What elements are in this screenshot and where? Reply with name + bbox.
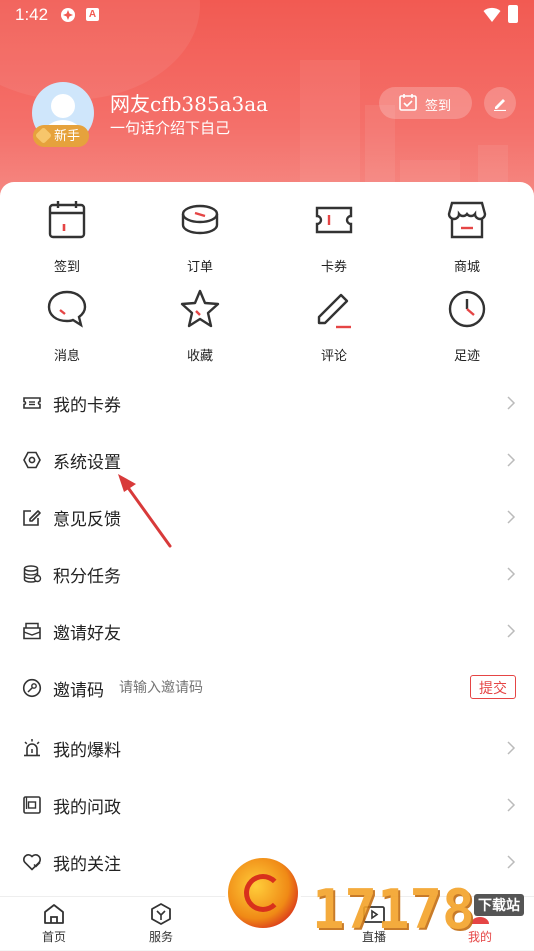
checkin-button[interactable]: 签到 <box>379 87 472 119</box>
user-bio[interactable]: 一句话介绍下自己 <box>110 117 230 138</box>
tab-label: 服务 <box>148 930 173 944</box>
checkin-label: 签到 <box>425 98 452 113</box>
quick-item-label: 收藏 <box>186 348 213 363</box>
menu-item-label: 邀请好友 <box>53 624 121 643</box>
menu-item-feedback[interactable]: 意见反馈 <box>0 488 534 545</box>
menu-item-label: 邀请码 <box>53 681 104 700</box>
watermark-logo <box>228 858 298 928</box>
edit-pen-icon <box>494 99 506 111</box>
coins-icon <box>23 565 42 583</box>
home-icon <box>44 904 64 924</box>
quick-item-label: 足迹 <box>453 348 480 363</box>
chevron-right-icon <box>507 855 516 869</box>
star-icon <box>180 289 220 328</box>
level-badge: 新手 <box>33 125 89 147</box>
pen-icon <box>317 293 351 329</box>
menu-item-label: 积分任务 <box>53 567 121 586</box>
invite-code-input[interactable] <box>119 679 439 695</box>
quick-item-orders[interactable]: 订单 <box>150 200 250 280</box>
menu-item-invite-code: 邀请码 提交 <box>0 659 534 716</box>
calendar-icon <box>48 201 86 239</box>
menu-item-label: 我的关注 <box>53 855 121 874</box>
invite-code-submit-button[interactable]: 提交 <box>470 675 516 699</box>
invite-icon <box>23 622 41 640</box>
menu-item-system-settings[interactable]: 系统设置 <box>0 431 534 488</box>
quick-item-comments[interactable]: 评论 <box>284 289 384 369</box>
quick-item-coupons[interactable]: 卡券 <box>284 200 384 280</box>
menu-item-label: 我的问政 <box>53 798 121 817</box>
annotation-arrow <box>118 474 172 548</box>
tab-service[interactable]: 服务 <box>121 897 201 951</box>
wifi-icon <box>483 7 501 22</box>
chevron-right-icon <box>507 741 516 755</box>
menu-item-label: 我的卡券 <box>53 396 121 415</box>
chevron-right-icon <box>507 396 516 410</box>
alarm-icon <box>24 739 40 757</box>
service-icon <box>151 903 171 925</box>
watermark-logo-swirl <box>244 874 282 912</box>
tab-label: 首页 <box>41 930 66 944</box>
edit-profile-button[interactable] <box>484 87 516 119</box>
badge-label: 新手 <box>54 128 81 143</box>
menu-item-my-tips[interactable]: 我的爆料 <box>0 719 534 776</box>
quick-item-messages[interactable]: 消息 <box>17 289 117 369</box>
status-bar: 1:42 A <box>0 0 534 30</box>
status-time: 1:42 <box>15 5 49 24</box>
code-icon <box>22 678 42 698</box>
chevron-right-icon <box>507 567 516 581</box>
quick-item-label: 订单 <box>186 259 213 274</box>
quick-item-footprints[interactable]: 足迹 <box>417 289 517 369</box>
tab-home[interactable]: 首页 <box>14 897 94 951</box>
quick-item-label: 消息 <box>53 348 80 363</box>
header-decoration <box>300 60 360 200</box>
quick-item-label: 商城 <box>453 259 480 274</box>
chevron-right-icon <box>507 798 516 812</box>
feedback-icon <box>23 510 41 526</box>
quick-item-store[interactable]: 商城 <box>417 200 517 280</box>
main-card: 签到 订单 卡券 商城 消息 收藏 评论 足迹 我的卡券 系统设置 意见反馈 积… <box>0 182 534 896</box>
quick-item-checkin[interactable]: 签到 <box>17 200 117 280</box>
heart-icon <box>23 854 41 871</box>
a-notification-icon: A <box>86 8 99 21</box>
settings-icon <box>23 451 41 469</box>
watermark-text: 17178 <box>312 878 475 941</box>
quick-item-label: 卡券 <box>320 259 347 274</box>
menu-item-points-tasks[interactable]: 积分任务 <box>0 545 534 602</box>
app-notification-icon <box>61 8 75 22</box>
store-icon <box>447 201 487 239</box>
ticket-icon <box>23 397 41 409</box>
message-icon <box>47 290 87 328</box>
menu-item-invite-friends[interactable]: 邀请好友 <box>0 602 534 659</box>
badge-icon <box>35 127 52 144</box>
order-icon <box>181 204 219 235</box>
battery-icon <box>508 5 518 23</box>
quick-item-favorites[interactable]: 收藏 <box>150 289 250 369</box>
chevron-right-icon <box>507 510 516 524</box>
quick-item-label: 签到 <box>53 259 80 274</box>
chevron-right-icon <box>507 453 516 467</box>
menu-item-my-coupons[interactable]: 我的卡券 <box>0 374 534 431</box>
inquiry-icon <box>23 796 41 814</box>
clock-icon <box>448 290 486 328</box>
chevron-right-icon <box>507 624 516 638</box>
calendar-check-icon <box>399 94 417 111</box>
watermark-site-label: 下载站 <box>474 894 524 916</box>
avatar-head-shape <box>51 94 75 118</box>
menu-item-label: 我的爆料 <box>53 741 121 760</box>
username[interactable]: 网友cfb385a3aa <box>110 88 268 117</box>
menu-item-my-inquiries[interactable]: 我的问政 <box>0 776 534 833</box>
ticket-icon <box>315 206 353 234</box>
quick-item-label: 评论 <box>320 348 347 363</box>
